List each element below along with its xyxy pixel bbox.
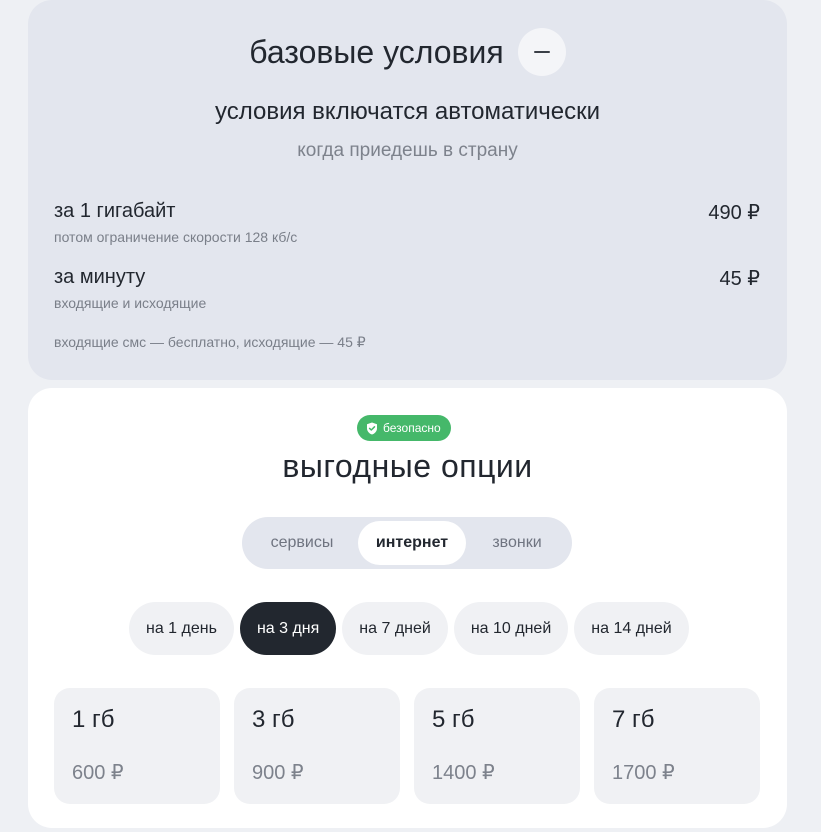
duration-3-days[interactable]: на 3 дня (239, 602, 337, 655)
rate-price: 490 ₽ (708, 202, 760, 224)
rate-note: входящие и исходящие (54, 295, 207, 311)
duration-1-day[interactable]: на 1 день (129, 602, 234, 655)
plan-price: 1700 ₽ (612, 762, 675, 784)
tab-services[interactable]: сервисы (246, 521, 358, 565)
options-title: выгодные опции (282, 448, 533, 484)
collapse-button[interactable] (517, 28, 566, 76)
minus-icon (533, 51, 550, 53)
rate-row-gigabyte: за 1 гигабайт потом ограничение скорости… (54, 200, 760, 245)
basic-conditions-title: базовые условия (249, 34, 504, 70)
plan-card-7gb[interactable]: 7 гб 1700 ₽ (594, 688, 760, 804)
duration-14-days[interactable]: на 14 дней (574, 602, 689, 655)
rate-note: потом ограничение скорости 128 кб/с (54, 229, 298, 245)
duration-selector: на 1 день на 3 дня на 7 дней на 10 дней … (129, 602, 689, 655)
tab-calls[interactable]: звонки (466, 521, 568, 565)
plan-card-5gb[interactable]: 5 гб 1400 ₽ (414, 688, 580, 804)
duration-10-days[interactable]: на 10 дней (453, 602, 569, 655)
rate-label: за минуту (54, 266, 146, 288)
plan-card-1gb[interactable]: 1 гб 600 ₽ (54, 688, 220, 804)
plan-volume: 1 гб (72, 706, 115, 733)
options-card: безопасно выгодные опции сервисы интерне… (28, 388, 787, 828)
plan-price: 1400 ₽ (432, 762, 495, 784)
category-tabs: сервисы интернет звонки (242, 517, 572, 569)
rate-price: 45 ₽ (719, 268, 760, 290)
shield-check-icon (367, 422, 377, 434)
plan-price: 900 ₽ (252, 762, 304, 784)
auto-activation-title: условия включатся автоматически (215, 98, 600, 125)
plan-price: 600 ₽ (72, 762, 124, 784)
safe-badge: безопасно (357, 415, 451, 441)
auto-activation-subtitle: когда приедешь в страну (297, 140, 518, 161)
rate-label: за 1 гигабайт (54, 200, 176, 222)
sms-note: входящие смс — бесплатно, исходящие — 45… (54, 334, 366, 350)
duration-7-days[interactable]: на 7 дней (342, 602, 448, 655)
plan-volume: 3 гб (252, 706, 295, 733)
plan-volume: 5 гб (432, 706, 475, 733)
rate-row-minute: за минуту входящие и исходящие 45 ₽ (54, 266, 760, 311)
plan-list: 1 гб 600 ₽ 3 гб 900 ₽ 5 гб 1400 ₽ 7 гб 1… (54, 688, 760, 804)
safe-badge-label: безопасно (383, 421, 441, 435)
plan-card-3gb[interactable]: 3 гб 900 ₽ (234, 688, 400, 804)
basic-conditions-header: базовые условия (28, 26, 787, 78)
plan-volume: 7 гб (612, 706, 655, 733)
basic-conditions-card: базовые условия условия включатся автома… (28, 0, 787, 380)
tab-internet[interactable]: интернет (358, 521, 466, 565)
